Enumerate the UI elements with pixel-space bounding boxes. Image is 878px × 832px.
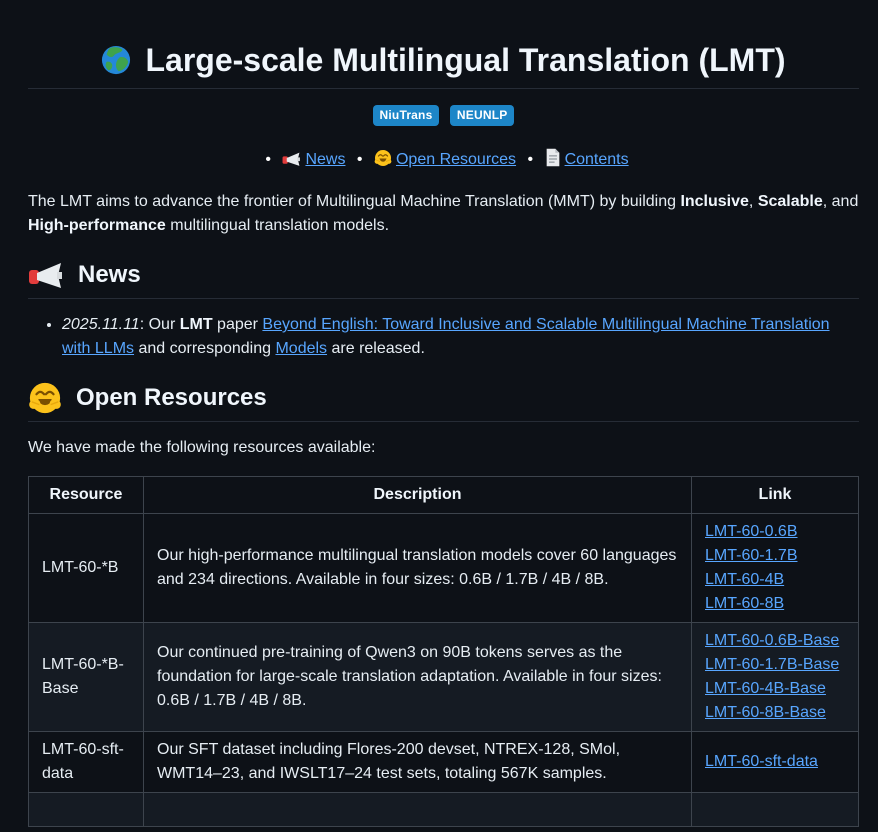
- text-run: and corresponding: [134, 340, 275, 357]
- page-title-text: Large-scale Multilingual Translation (LM…: [145, 40, 785, 80]
- news-heading: News: [28, 258, 859, 299]
- description-cell: Our SFT dataset including Flores-200 dev…: [144, 732, 692, 793]
- bold-text: LMT: [180, 316, 213, 333]
- resource-link[interactable]: LMT-60-sft-data: [705, 753, 818, 770]
- resource-link[interactable]: LMT-60-4B: [705, 571, 784, 588]
- description-cell: [144, 793, 692, 827]
- resources-table: Resource Description Link LMT-60-*BOur h…: [28, 476, 859, 827]
- bold-text: Inclusive: [680, 193, 748, 210]
- resource-link[interactable]: LMT-60-8B-Base: [705, 704, 826, 721]
- nav-link-label: Contents: [565, 151, 629, 168]
- nav-separator: •: [357, 151, 363, 168]
- text-run: multilingual translation models.: [166, 217, 389, 234]
- badge-row: NiuTrans NEUNLP: [28, 105, 859, 126]
- resource-link[interactable]: LMT-60-8B: [705, 595, 784, 612]
- megaphone-icon: [282, 151, 301, 167]
- resource-link[interactable]: LMT-60-1.7B: [705, 547, 797, 564]
- globe-icon: [101, 45, 131, 75]
- column-header-resource: Resource: [29, 477, 144, 514]
- resources-table-body: LMT-60-*BOur high-performance multilingu…: [29, 514, 859, 827]
- text-run: ,: [749, 193, 758, 210]
- resource-cell: LMT-60-*B: [29, 514, 144, 623]
- description-cell: Our high-performance multilingual transl…: [144, 514, 692, 623]
- resource-cell: LMT-60-sft-data: [29, 732, 144, 793]
- readme-content: Large-scale Multilingual Translation (LM…: [0, 0, 878, 827]
- table-row: LMT-60-*BOur high-performance multilingu…: [29, 514, 859, 623]
- nav-link-contents[interactable]: Contents: [545, 151, 629, 168]
- table-row: LMT-60-*B-BaseOur continued pre-training…: [29, 623, 859, 732]
- resource-cell: [29, 793, 144, 827]
- table-row-partial: [29, 793, 859, 827]
- text-run: The LMT aims to advance the frontier of …: [28, 193, 680, 210]
- nav-separator: •: [265, 151, 271, 168]
- news-item: 2025.11.11: Our LMT paper Beyond English…: [62, 313, 859, 361]
- page-icon: [545, 148, 561, 167]
- resource-link[interactable]: LMT-60-0.6B-Base: [705, 632, 839, 649]
- column-header-description: Description: [144, 477, 692, 514]
- text-run: : Our: [140, 316, 180, 333]
- italic-text: 2025.11.11: [62, 316, 140, 333]
- niutrans-badge[interactable]: NiuTrans: [373, 105, 440, 126]
- links-cell: [692, 793, 859, 827]
- nav-link-open-resources[interactable]: Open Resources: [374, 151, 516, 168]
- neunlp-badge[interactable]: NEUNLP: [450, 105, 515, 126]
- hugging-face-icon: [374, 149, 392, 167]
- links-cell: LMT-60-sft-data: [692, 732, 859, 793]
- bold-text: High-performance: [28, 217, 166, 234]
- links-cell: LMT-60-0.6B-Base LMT-60-1.7B-Base LMT-60-4…: [692, 623, 859, 732]
- column-header-link: Link: [692, 477, 859, 514]
- nav-link-label: News: [305, 151, 345, 168]
- table-row: LMT-60-sft-dataOur SFT dataset including…: [29, 732, 859, 793]
- nav-links: • News • Open Resources • Contents: [28, 148, 859, 172]
- page-title: Large-scale Multilingual Translation (LM…: [28, 40, 859, 89]
- megaphone-icon: [28, 260, 64, 290]
- resource-link[interactable]: LMT-60-4B-Base: [705, 680, 826, 697]
- news-list: 2025.11.11: Our LMT paper Beyond English…: [28, 313, 859, 361]
- hugging-face-icon: [28, 381, 62, 415]
- inline-link[interactable]: Models: [275, 340, 327, 357]
- bold-text: Scalable: [758, 193, 823, 210]
- nav-link-label: Open Resources: [396, 151, 516, 168]
- resource-link[interactable]: LMT-60-1.7B-Base: [705, 656, 839, 673]
- nav-separator: •: [528, 151, 534, 168]
- resource-cell: LMT-60-*B-Base: [29, 623, 144, 732]
- news-heading-text: News: [78, 258, 141, 292]
- text-run: paper: [213, 316, 263, 333]
- open-resources-heading: Open Resources: [28, 381, 859, 422]
- description-cell: Our continued pre-training of Qwen3 on 9…: [144, 623, 692, 732]
- open-resources-heading-text: Open Resources: [76, 381, 267, 415]
- resources-intro: We have made the following resources ava…: [28, 436, 859, 460]
- text-run: , and: [823, 193, 859, 210]
- nav-link-news[interactable]: News: [282, 151, 345, 168]
- links-cell: LMT-60-0.6B LMT-60-1.7B LMT-60-4B LMT-60-8B: [692, 514, 859, 623]
- table-header-row: Resource Description Link: [29, 477, 859, 514]
- resource-link[interactable]: LMT-60-0.6B: [705, 523, 797, 540]
- intro-paragraph: The LMT aims to advance the frontier of …: [28, 190, 859, 238]
- text-run: are released.: [327, 340, 425, 357]
